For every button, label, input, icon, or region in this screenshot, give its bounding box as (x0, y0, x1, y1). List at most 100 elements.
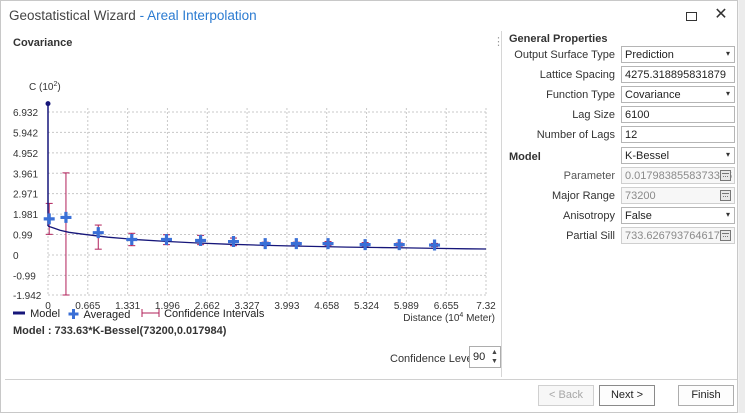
confidence-level-label: Confidence Level (390, 353, 476, 365)
y-tick-label: 1.981 (13, 210, 38, 221)
legend-model-label: Model (30, 308, 61, 320)
pane-splitter[interactable] (501, 31, 502, 377)
averaged-point (322, 238, 334, 250)
partial-sill-value: 733.6267937646178 (625, 230, 726, 242)
x-tick-label: 5.989 (394, 301, 419, 312)
y-axis-label: C (102) (29, 81, 61, 93)
averaged-point (195, 235, 207, 247)
x-tick-label: 7.32 (476, 301, 496, 312)
averaged-point (359, 239, 371, 251)
function-type-dropdown[interactable]: Covariance ▾ (621, 86, 735, 103)
x-axis-label: Distance (104 Meter) (403, 312, 495, 323)
parameter-label: Parameter (563, 170, 615, 182)
lag-size-value: 6100 (625, 109, 650, 121)
legend-averaged: Averaged (67, 308, 130, 321)
model-curve (45, 101, 487, 250)
averaged-point (160, 233, 172, 245)
averaged-point (290, 238, 302, 250)
footer-divider (5, 379, 737, 380)
window-title: Geostatistical Wizard - Areal Interpolat… (9, 8, 257, 23)
averaged-point (227, 236, 239, 248)
parameter-input[interactable]: 0.0179838558373386 (621, 167, 735, 184)
lag-size-label: Lag Size (572, 109, 615, 121)
y-tick-label: 0 (13, 251, 19, 262)
x-axis-label-tail: Meter) (463, 313, 495, 323)
y-tick-labels: 6.932 5.942 4.952 3.961 2.971 1.981 0.99 0 -0.99… (13, 108, 42, 302)
window-title-main: Geostatistical Wizard (9, 8, 136, 23)
x-tick-label: 5.324 (354, 301, 379, 312)
model-dropdown[interactable]: K-Bessel ▾ (621, 147, 735, 164)
anisotropy-dropdown[interactable]: False ▾ (621, 207, 735, 224)
close-button[interactable]: ✕ (709, 4, 733, 26)
properties-panel: General Properties Output Surface Type P… (503, 31, 737, 377)
model-value: K-Bessel (625, 150, 670, 162)
confidence-intervals (45, 172, 439, 296)
grid-layer (47, 108, 487, 296)
output-surface-type-value: Prediction (625, 49, 674, 61)
function-type-value: Covariance (625, 89, 681, 101)
legend-averaged-label: Averaged (83, 309, 131, 321)
x-tick-label: 3.993 (274, 301, 299, 312)
y-tick-label: 3.961 (13, 169, 38, 180)
output-surface-type-label: Output Surface Type (514, 49, 615, 61)
major-range-label: Major Range (552, 190, 615, 202)
title-bar: Geostatistical Wizard - Areal Interpolat… (1, 1, 737, 31)
window-title-sub: - Areal Interpolation (139, 8, 257, 23)
chevron-down-icon: ▾ (725, 210, 730, 219)
close-icon: ✕ (714, 6, 728, 23)
number-of-lags-input[interactable]: 12 (621, 126, 735, 143)
chart-svg: 6.932 5.942 4.952 3.961 2.971 1.981 0.99 0 -0.99… (13, 81, 496, 323)
model-formula: Model : 733.63*K-Bessel(73200,0.017984) (13, 325, 227, 337)
y-axis-label-tail: ) (57, 82, 60, 93)
x-axis-label-base: Distance (10 (403, 313, 460, 323)
function-type-label: Function Type (546, 89, 615, 101)
lattice-spacing-value: 4275.318895831879 (625, 69, 726, 81)
y-tick-label: 6.932 (13, 108, 38, 119)
y-tick-label: -1.942 (13, 291, 42, 302)
averaged-point (126, 233, 138, 245)
confidence-level-input[interactable]: 90 ▲ ▼ (469, 346, 501, 368)
parameter-value: 0.0179838558373386 (625, 170, 733, 182)
chevron-down-icon: ▾ (725, 89, 730, 98)
y-tick-label: 5.942 (13, 128, 38, 139)
y-tick-label: 0.99 (13, 231, 33, 242)
averaged-point (60, 211, 72, 223)
maximize-icon (685, 11, 697, 21)
legend-model-swatch (13, 311, 25, 315)
covariance-chart[interactable]: 6.932 5.942 4.952 3.961 2.971 1.981 0.99 0 -0.99… (11, 51, 499, 323)
partial-sill-input[interactable]: 733.6267937646178 (621, 227, 735, 244)
geostatistical-wizard-window: Geostatistical Wizard - Areal Interpolat… (0, 0, 738, 413)
covariance-panel: Covariance ⋮ 6.932 5.942 4.952 3.961 2.971 1.… (5, 31, 504, 377)
chevron-down-icon: ▾ (725, 49, 730, 58)
confidence-level-spinner[interactable]: ▲ ▼ (490, 348, 499, 366)
legend-ci: Confidence Intervals (141, 308, 264, 320)
model-curve-line (47, 225, 487, 250)
averaged-point (259, 238, 271, 250)
partial-sill-label: Partial Sill (566, 230, 615, 242)
lattice-spacing-label: Lattice Spacing (539, 69, 615, 81)
confidence-level-value: 90 (473, 351, 486, 363)
y-tick-label: -0.99 (13, 271, 36, 282)
x-tick-label: 4.658 (314, 301, 339, 312)
lag-size-input[interactable]: 6100 (621, 106, 735, 123)
legend-ci-label: Confidence Intervals (164, 308, 265, 320)
output-surface-type-dropdown[interactable]: Prediction ▾ (621, 46, 735, 63)
number-of-lags-value: 12 (625, 129, 638, 141)
major-range-value: 73200 (625, 190, 656, 202)
x-tick-label: 6.655 (434, 301, 459, 312)
major-range-input[interactable]: 73200 (621, 187, 735, 204)
calendar-icon[interactable] (720, 230, 731, 241)
finish-button[interactable]: Finish (678, 385, 734, 406)
calendar-icon[interactable] (720, 170, 731, 181)
chevron-down-icon: ▾ (725, 150, 730, 159)
maximize-button[interactable] (679, 4, 703, 26)
y-tick-label: 2.971 (13, 190, 38, 201)
legend-averaged-swatch (68, 309, 79, 319)
next-button[interactable]: Next > (599, 385, 655, 406)
anisotropy-label: Anisotropy (563, 210, 615, 222)
back-button[interactable]: < Back (538, 385, 594, 406)
calendar-icon[interactable] (720, 190, 731, 201)
lattice-spacing-input[interactable]: 4275.318895831879 (621, 66, 735, 83)
number-of-lags-label: Number of Lags (536, 129, 615, 141)
legend-model: Model (13, 308, 60, 320)
